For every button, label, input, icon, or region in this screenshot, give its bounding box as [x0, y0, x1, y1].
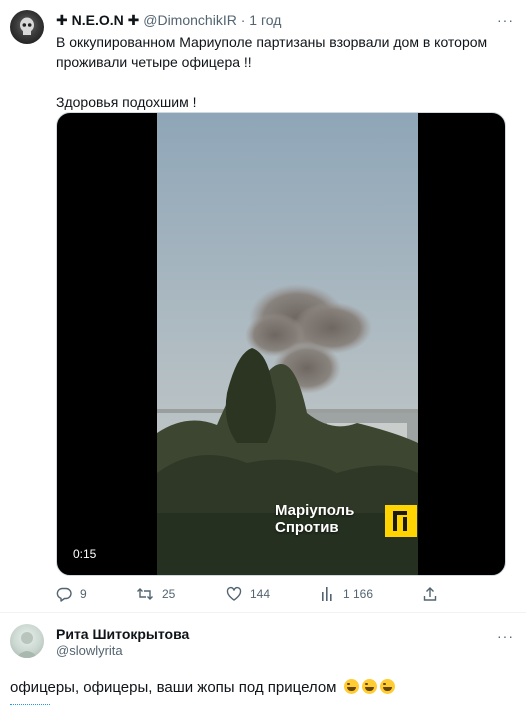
tweet-header: ✚ N.E.O.N ✚ @DimonchikIR · 1 год: [56, 11, 281, 29]
tweet-divider: [0, 612, 526, 613]
reply-text: офицеры, офицеры, ваши жопы под прицелом: [10, 678, 395, 698]
tweet-text-line: В оккупированном Мариуполе партизаны взо…: [56, 34, 488, 70]
reply-more-options-icon[interactable]: ···: [497, 628, 514, 644]
laughing-emoji-icon: [361, 679, 377, 694]
reply-author-name[interactable]: Рита Шитокрытова: [56, 625, 189, 643]
retweet-icon: [137, 588, 153, 600]
video-watermark: Маріуполь Спротив: [275, 502, 354, 536]
reply-author-handle[interactable]: @slowlyrita: [56, 643, 123, 659]
channel-logo-icon: [385, 505, 417, 537]
watermark-line: Маріуполь: [275, 502, 355, 519]
reply-button[interactable]: 9: [56, 584, 87, 604]
share-icon: [423, 587, 437, 601]
person-photo-icon: [16, 632, 38, 658]
like-count: 144: [250, 587, 271, 601]
views-chart-icon: [322, 587, 332, 601]
author-name[interactable]: ✚ N.E.O.N ✚: [56, 12, 139, 28]
heart-icon: [226, 586, 242, 601]
reply-icon: [56, 587, 72, 602]
tweet-actions: 9 25 144 1 166: [56, 584, 486, 604]
video-player[interactable]: Маріуполь Спротив 0:15: [56, 112, 506, 576]
tweet-text: В оккупированном Мариуполе партизаны взо…: [56, 32, 506, 112]
reply-author-avatar[interactable]: [10, 624, 44, 658]
separator-dot: ·: [240, 12, 246, 28]
video-frame[interactable]: Маріуполь Спротив: [157, 113, 418, 575]
tweet-timestamp[interactable]: 1 год: [249, 12, 281, 28]
author-avatar[interactable]: [10, 10, 44, 44]
view-count: 1 166: [343, 587, 374, 601]
reply-text-content: офицеры, офицеры, ваши жопы под прицелом: [10, 679, 337, 696]
reply-count: 9: [80, 587, 87, 601]
video-duration: 0:15: [69, 546, 101, 562]
views-button[interactable]: 1 166: [321, 584, 373, 604]
share-button[interactable]: [423, 584, 445, 604]
retweet-button[interactable]: 25: [136, 584, 175, 604]
watermark-line: Спротив: [275, 519, 339, 536]
like-button[interactable]: 144: [226, 584, 270, 604]
author-handle[interactable]: @DimonchikIR: [143, 12, 237, 28]
skull-icon: [20, 17, 34, 35]
laughing-emoji-icon: [343, 679, 359, 694]
more-options-icon[interactable]: ···: [497, 12, 514, 28]
tweet-card[interactable]: ✚ N.E.O.N ✚ @DimonchikIR · 1 год ··· В о…: [0, 0, 526, 610]
translate-link[interactable]: [10, 700, 50, 705]
tweet-text-line: Здоровья подохшим !: [56, 94, 197, 110]
laughing-emoji-icon: [379, 679, 395, 694]
retweet-count: 25: [162, 587, 176, 601]
